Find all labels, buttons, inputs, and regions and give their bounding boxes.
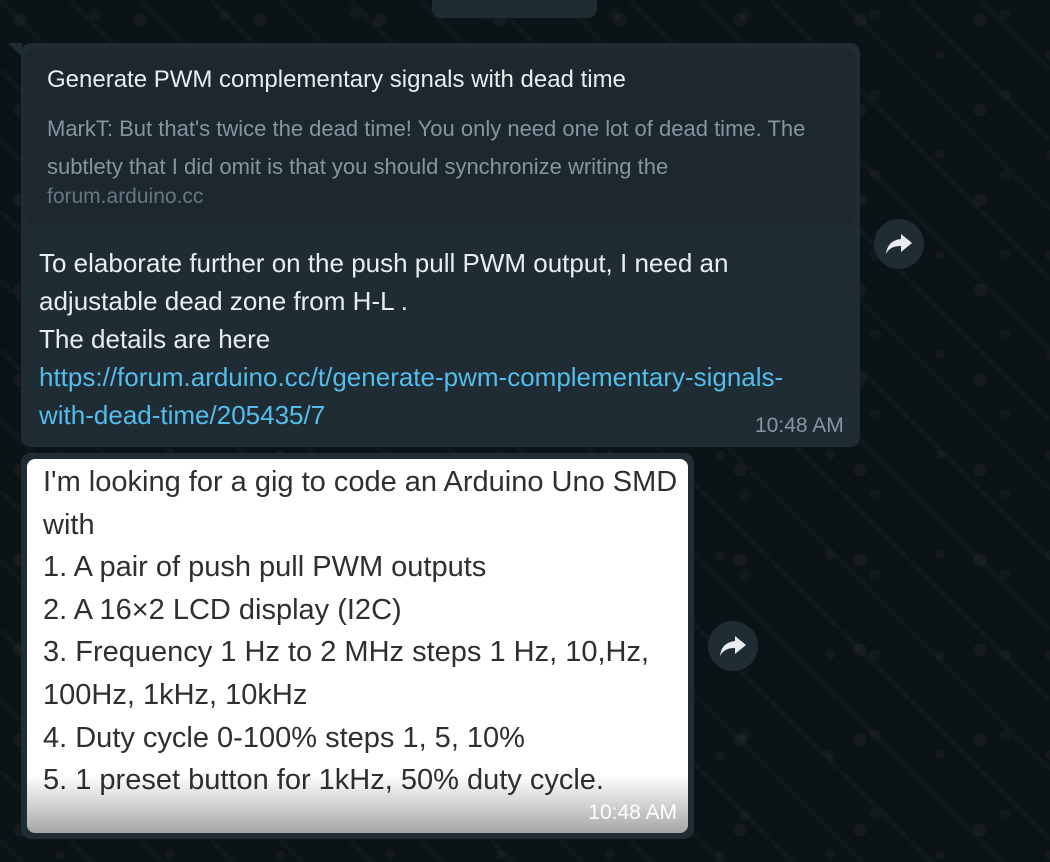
message-timestamp: 10:48 AM	[755, 414, 844, 437]
image-text-line: 3. Frequency 1 Hz to 2 MHz steps 1 Hz, 1…	[43, 636, 650, 711]
image-text-line: 2. A 16×2 LCD display (I2C)	[43, 593, 402, 626]
forward-button-1[interactable]	[874, 219, 924, 269]
message-link[interactable]: https://forum.arduino.cc/t/generate-pwm-…	[39, 362, 783, 430]
date-separator-pill	[432, 0, 597, 18]
message-text-line-2: The details are here	[39, 324, 271, 354]
link-preview-domain: forum.arduino.cc	[47, 185, 204, 208]
forward-arrow-icon	[720, 636, 746, 656]
image-text-line: 1. A pair of push pull PWM outputs	[43, 551, 487, 584]
link-preview-title: Generate PWM complementary signals with …	[47, 66, 626, 93]
message-text-line-1: To elaborate further on the push pull PW…	[39, 248, 729, 316]
message-text: To elaborate further on the push pull PW…	[39, 244, 819, 434]
link-preview-description: MarkT: But that's twice the dead time! Y…	[47, 116, 806, 179]
message-bubble-tail	[8, 43, 22, 57]
image-text-line: I'm looking for a gig to code an Arduino…	[43, 466, 678, 541]
image-text-block: I'm looking for a gig to code an Arduino…	[43, 461, 683, 802]
image-message-content[interactable]: I'm looking for a gig to code an Arduino…	[27, 459, 688, 833]
image-message-timestamp: 10:48 AM	[588, 801, 677, 824]
forward-arrow-icon	[886, 234, 912, 254]
image-text-line: 4. Duty cycle 0-100% steps 1, 5, 10%	[43, 721, 525, 754]
forward-button-2[interactable]	[708, 621, 758, 671]
